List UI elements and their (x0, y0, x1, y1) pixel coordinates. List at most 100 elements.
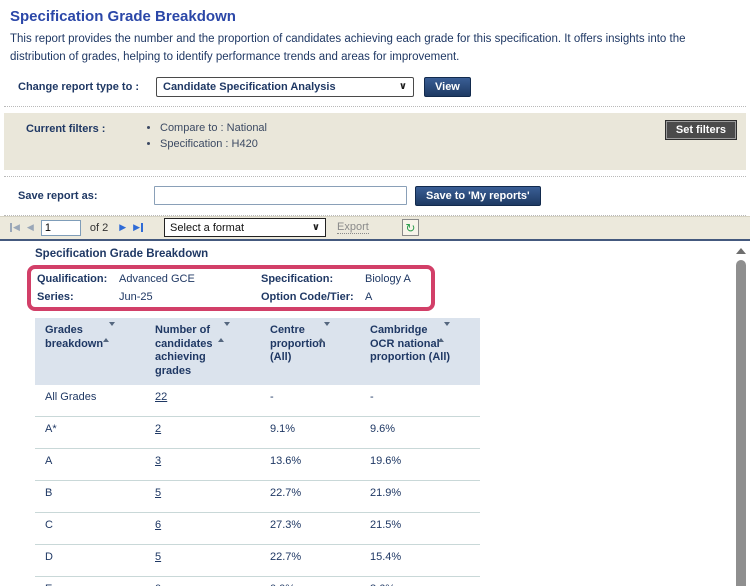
grade-cell: E (35, 577, 145, 586)
column-header-grades-breakdown[interactable]: Grades breakdown (35, 318, 145, 385)
option-code-tier-value: A (365, 291, 425, 303)
count-link[interactable]: 3 (155, 455, 161, 467)
column-header-label: Number of candidates achieving grades (155, 324, 212, 377)
grade-cell: C (35, 513, 145, 545)
table-row: All Grades 22 - - (35, 385, 480, 417)
save-report-input[interactable] (154, 186, 407, 205)
centre-proportion-cell: 13.6% (260, 449, 360, 481)
national-proportion-cell: 21.5% (360, 513, 480, 545)
report-toolbar: ◀ ◀ of 2 ▶ ▶ Select a format ∨ Export ↻ (0, 216, 750, 241)
grade-cell: All Grades (35, 385, 145, 417)
sort-icon[interactable] (218, 326, 230, 340)
refresh-icon: ↻ (405, 221, 415, 235)
page-count-label: of 2 (90, 222, 108, 234)
view-button[interactable]: View (424, 77, 471, 97)
table-row: C 6 27.3% 21.5% (35, 513, 480, 545)
centre-proportion-cell: 0.0% (260, 577, 360, 586)
national-proportion-cell: 21.9% (360, 481, 480, 513)
save-to-my-reports-button[interactable]: Save to 'My reports' (415, 186, 541, 206)
page-number-input[interactable] (41, 220, 81, 236)
report-heading: Specification Grade Breakdown (35, 248, 750, 260)
count-link[interactable]: 2 (155, 423, 161, 435)
centre-proportion-cell: - (260, 385, 360, 417)
table-row: D 5 22.7% 15.4% (35, 545, 480, 577)
grade-breakdown-table: Grades breakdown Number of candidates ac… (35, 318, 480, 586)
report-type-selected-value: Candidate Specification Analysis (163, 81, 336, 93)
national-proportion-cell: - (360, 385, 480, 417)
chevron-down-icon: ∨ (399, 81, 407, 92)
page-title: Specification Grade Breakdown (10, 8, 740, 25)
export-format-select[interactable]: Select a format ∨ (164, 218, 326, 237)
table-row: A 3 13.6% 19.6% (35, 449, 480, 481)
centre-proportion-cell: 27.3% (260, 513, 360, 545)
grade-cell: D (35, 545, 145, 577)
column-header-label: Grades breakdown (45, 324, 103, 350)
export-format-selected-value: Select a format (170, 222, 244, 234)
set-filters-button[interactable]: Set filters (666, 121, 736, 139)
centre-proportion-cell: 22.7% (260, 545, 360, 577)
sort-icon[interactable] (438, 326, 450, 340)
table-row: E 0 0.0% 8.6% (35, 577, 480, 586)
highlight-annotation-box: Qualification: Advanced GCE Specificatio… (27, 265, 435, 311)
save-report-row: Save report as: Save to 'My reports' (18, 186, 750, 206)
column-header-national-proportion[interactable]: Cambridge OCR national proportion (All) (360, 318, 480, 385)
previous-page-button[interactable]: ◀ (27, 223, 34, 232)
chevron-down-icon: ∨ (312, 222, 320, 233)
count-link[interactable]: 6 (155, 519, 161, 531)
first-page-button[interactable]: ◀ (10, 223, 20, 232)
sort-icon[interactable] (103, 326, 115, 340)
page-description: This report provides the number and the … (10, 30, 743, 67)
sort-icon[interactable] (318, 326, 330, 340)
centre-proportion-cell: 22.7% (260, 481, 360, 513)
specification-value: Biology A (365, 273, 425, 285)
last-page-icon: ▶ (133, 223, 140, 232)
export-link[interactable]: Export (337, 221, 369, 234)
first-page-icon (10, 223, 12, 232)
grade-table-body: All Grades 22 - - A* 2 9.1% 9.6% A 3 13.… (35, 385, 480, 586)
current-filters-panel: Current filters : Compare to : National S… (4, 113, 746, 170)
grade-cell: A* (35, 417, 145, 449)
qualification-label: Qualification: (37, 273, 119, 285)
report-meta: Qualification: Advanced GCE Specificatio… (37, 273, 425, 303)
national-proportion-cell: 15.4% (360, 545, 480, 577)
national-proportion-cell: 8.6% (360, 577, 480, 586)
filter-item: Specification : H420 (160, 138, 267, 150)
table-row: A* 2 9.1% 9.6% (35, 417, 480, 449)
next-page-button[interactable]: ▶ (119, 223, 126, 232)
scrollbar-thumb[interactable] (736, 260, 746, 586)
first-page-icon: ◀ (13, 223, 20, 232)
separator (4, 106, 746, 107)
vertical-scrollbar (734, 243, 747, 586)
report-viewer: Specification Grade Breakdown Qualificat… (0, 241, 750, 586)
scroll-up-icon[interactable] (736, 248, 746, 254)
column-header-centre-proportion[interactable]: Centre proportion (All) (260, 318, 360, 385)
count-link[interactable]: 22 (155, 391, 167, 403)
count-link[interactable]: 5 (155, 487, 161, 499)
next-page-icon: ▶ (119, 223, 126, 232)
filter-item: Compare to : National (160, 122, 267, 134)
save-report-label: Save report as: (18, 190, 146, 202)
refresh-button[interactable]: ↻ (402, 219, 419, 236)
report-type-select[interactable]: Candidate Specification Analysis ∨ (156, 77, 414, 97)
series-label: Series: (37, 291, 119, 303)
separator (4, 176, 746, 177)
column-header-number-of-candidates[interactable]: Number of candidates achieving grades (145, 318, 260, 385)
count-link[interactable]: 5 (155, 551, 161, 563)
report-type-label: Change report type to : (18, 81, 146, 93)
series-value: Jun-25 (119, 291, 261, 303)
grade-cell: B (35, 481, 145, 513)
last-page-button[interactable]: ▶ (133, 223, 143, 232)
specification-label: Specification: (261, 273, 365, 285)
report-type-row: Change report type to : Candidate Specif… (18, 77, 750, 97)
grade-cell: A (35, 449, 145, 481)
last-page-icon (141, 223, 143, 232)
national-proportion-cell: 19.6% (360, 449, 480, 481)
table-row: B 5 22.7% 21.9% (35, 481, 480, 513)
centre-proportion-cell: 9.1% (260, 417, 360, 449)
option-code-tier-label: Option Code/Tier: (261, 291, 365, 303)
filter-list: Compare to : National Specification : H42… (144, 122, 267, 154)
qualification-value: Advanced GCE (119, 273, 261, 285)
national-proportion-cell: 9.6% (360, 417, 480, 449)
current-filters-label: Current filters : (26, 122, 144, 154)
previous-page-icon: ◀ (27, 223, 34, 232)
